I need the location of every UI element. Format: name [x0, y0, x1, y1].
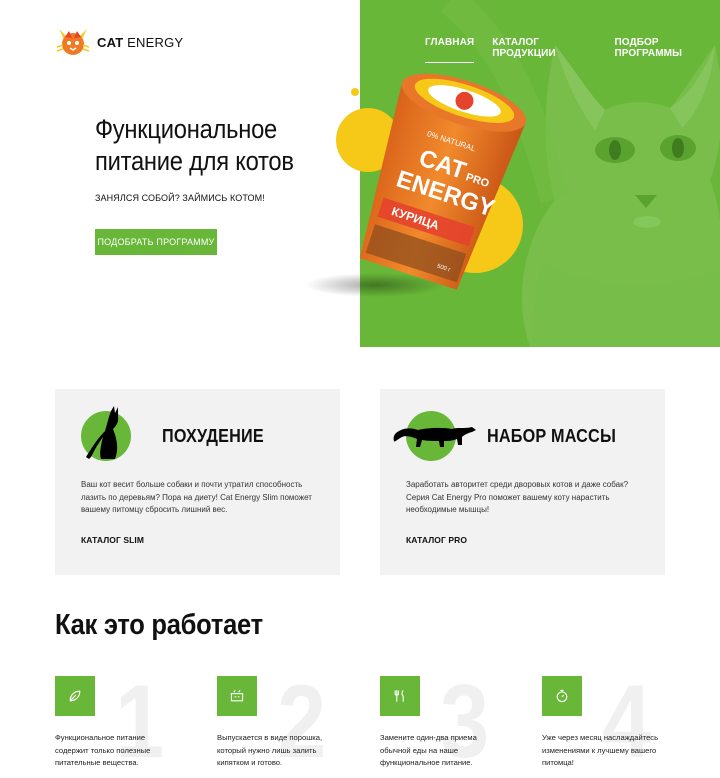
catalog-pro-link[interactable]: КАТАЛОГ PRO: [406, 535, 467, 545]
hero-section: CAT ENERGY ГЛАВНАЯ КАТАЛОГ ПРОДУКЦИИ ПОД…: [0, 0, 720, 347]
pick-program-button[interactable]: ПОДОБРАТЬ ПРОГРАММУ: [95, 229, 217, 255]
card-text: Заработать авторитет среди дворовых кото…: [406, 480, 629, 514]
catalog-slim-link[interactable]: КАТАЛОГ SLIM: [81, 535, 144, 545]
nav-program[interactable]: ПОДБОР ПРОГРАММЫ: [614, 37, 720, 63]
card-title: ПОХУДЕНИЕ: [162, 426, 264, 446]
how-it-works-title: Как это работает: [55, 609, 263, 641]
logo-text: CAT ENERGY: [97, 34, 184, 50]
step-text: Функциональное питание содержит только п…: [55, 733, 151, 767]
hero-title: Функциональное питание для котов: [95, 114, 294, 176]
step-item: 3 Замените один-два приема обычной еды н…: [380, 670, 530, 778]
card-icon-circle: [393, 411, 476, 461]
leaf-icon: [55, 676, 95, 716]
step-item: 1 Функциональное питание содержит только…: [55, 670, 205, 778]
card-weight-loss: ПОХУДЕНИЕ Ваш кот весит больше собаки и …: [55, 389, 340, 575]
step-text: Выпускается в виде порошка, который нужн…: [217, 733, 323, 767]
product-jar-image: 0% NATURAL CAT PRO ENERGY КУРИЦА 500 г: [305, 73, 527, 297]
puma-icon: [393, 427, 476, 447]
logo[interactable]: CAT ENERGY: [55, 27, 183, 57]
hero-subtitle: ЗАНЯЛСЯ СОБОЙ? ЗАЙМИСЬ КОТОМ!: [95, 193, 265, 203]
card-title: НАБОР МАССЫ: [487, 426, 616, 446]
kettle-icon: [217, 676, 257, 716]
cutlery-icon: [380, 676, 420, 716]
step-item: 4 Уже через месяц наслаждайтесь изменени…: [542, 670, 692, 778]
card-icon-circle: [81, 406, 131, 461]
slim-cat-icon: [86, 406, 119, 459]
cat-logo-icon: [56, 29, 90, 55]
card-text: Ваш кот весит больше собаки и почти утра…: [81, 480, 312, 514]
step-item: 2 Выпускается в виде порошка, который ну…: [217, 670, 367, 778]
step-text: Уже через месяц наслаждайтесь изменениям…: [542, 733, 659, 767]
card-mass-gain: НАБОР МАССЫ Заработать авторитет среди д…: [380, 389, 665, 575]
stopwatch-icon: [542, 676, 582, 716]
step-text: Замените один-два приема обычной еды на …: [380, 733, 477, 767]
